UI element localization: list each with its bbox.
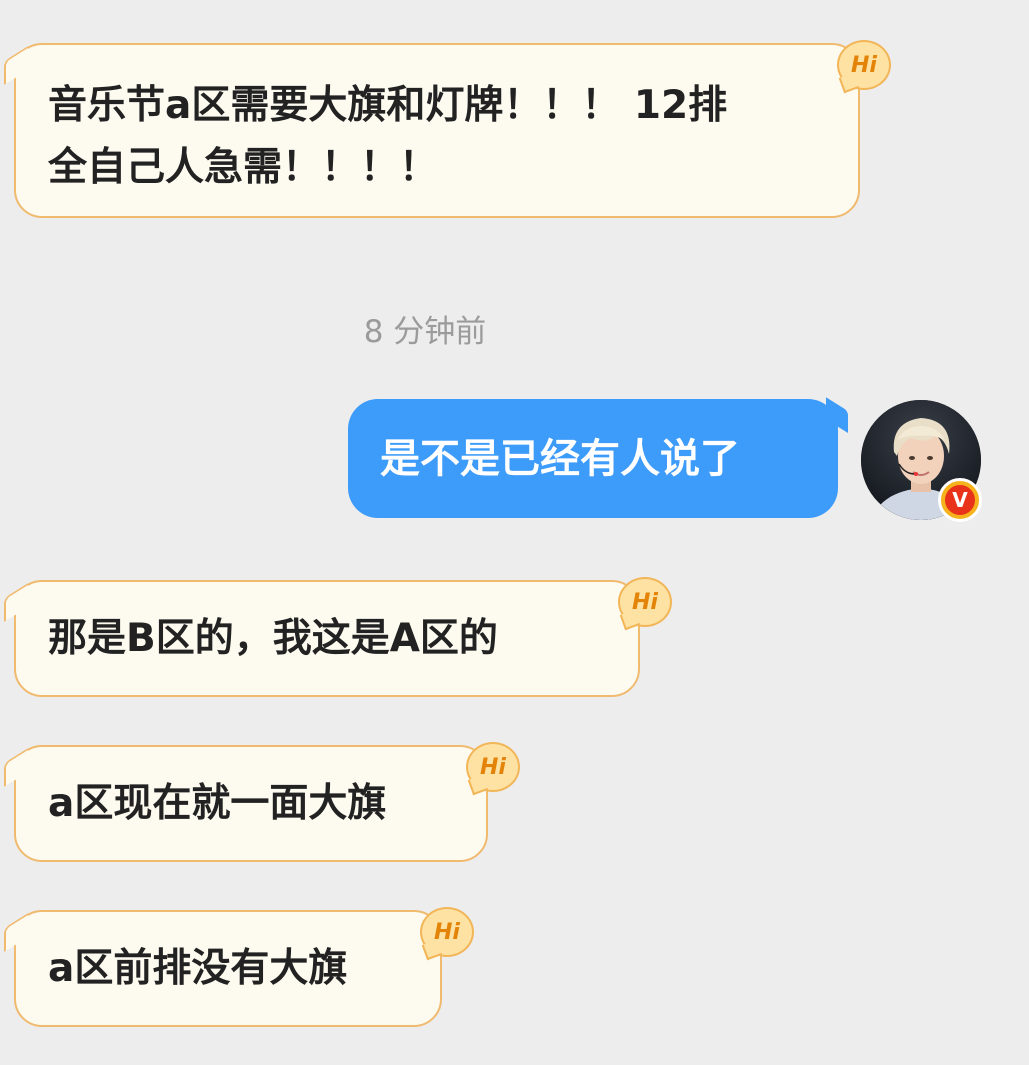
message-text: 那是B区的，我这是A区的 bbox=[48, 615, 498, 661]
bubble-tail bbox=[4, 913, 28, 952]
message-timestamp: 8 分钟前 bbox=[363, 314, 487, 350]
hi-badge-icon: Hi bbox=[466, 742, 520, 792]
message-text: a区前排没有大旗 bbox=[48, 945, 348, 991]
incoming-message-4[interactable]: a区前排没有大旗 bbox=[4, 910, 442, 1027]
message-line-2: 全自己人急需！！！！ bbox=[48, 145, 439, 190]
incoming-message-2[interactable]: 那是B区的，我这是A区的 bbox=[4, 580, 640, 697]
outgoing-message[interactable]: 是不是已经有人说了 bbox=[348, 397, 848, 518]
message-text: a区现在就一面大旗 bbox=[48, 780, 387, 826]
verified-v-badge-icon: V bbox=[938, 478, 982, 522]
bubble-tail bbox=[4, 748, 28, 787]
incoming-message-1[interactable]: 音乐节a区需要大旗和灯牌！！！ 12排 全自己人急需！！！！ bbox=[4, 43, 860, 218]
hi-badge-icon: Hi bbox=[618, 577, 672, 627]
bubble-tail bbox=[4, 583, 28, 622]
hi-badge-icon: Hi bbox=[420, 907, 474, 957]
message-line-1: 音乐节a区需要大旗和灯牌！！！ 12排 bbox=[48, 83, 728, 128]
hi-badge-icon: Hi bbox=[837, 40, 891, 90]
bubble-tail bbox=[826, 397, 848, 433]
message-text: 是不是已经有人说了 bbox=[380, 435, 740, 482]
incoming-message-3[interactable]: a区现在就一面大旗 bbox=[4, 745, 488, 862]
bubble-tail bbox=[4, 46, 28, 85]
